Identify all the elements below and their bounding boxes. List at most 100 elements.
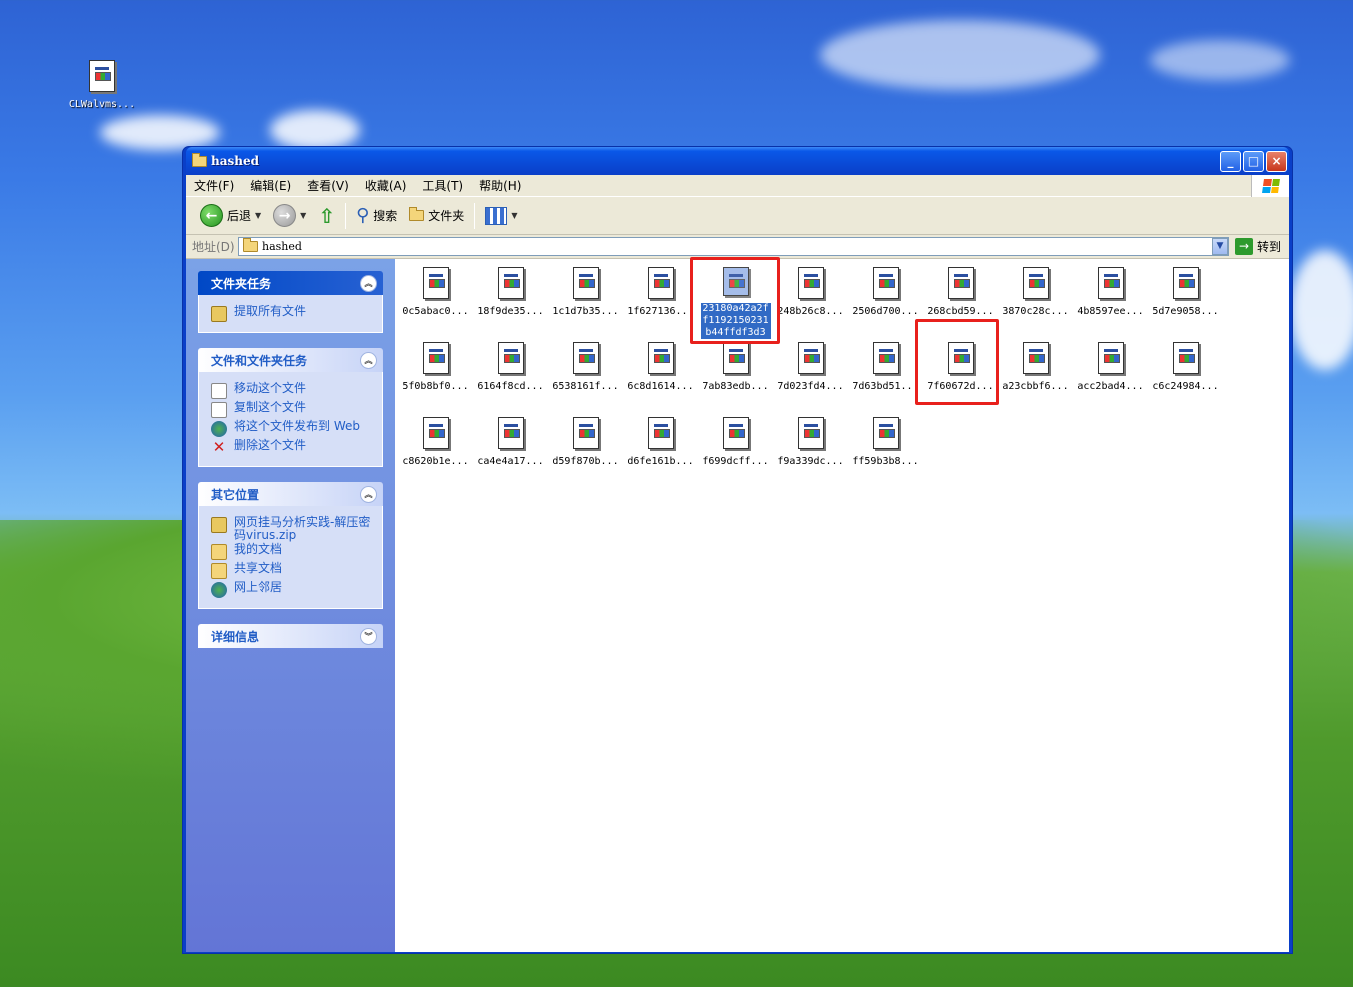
file-icon xyxy=(422,417,449,449)
panel-header[interactable]: 文件和文件夹任务 ︽ xyxy=(198,348,383,372)
red-highlight-box xyxy=(690,257,780,344)
toolbar-separator xyxy=(345,202,347,229)
place-network[interactable]: 网上邻居 xyxy=(211,580,372,599)
forward-button[interactable]: → ▼ xyxy=(267,204,312,227)
file-item[interactable]: f9a339dc... xyxy=(773,414,848,489)
file-item[interactable]: c6c24984... xyxy=(1148,339,1223,414)
minimize-button[interactable]: _ xyxy=(1220,150,1241,172)
collapse-icon[interactable]: ︽ xyxy=(360,351,377,369)
go-arrow-icon: → xyxy=(1234,238,1253,255)
file-item[interactable]: 3870c28c... xyxy=(998,264,1073,339)
up-arrow-icon: ⇧ xyxy=(318,203,336,228)
file-item[interactable]: 6164f8cd... xyxy=(473,339,548,414)
address-bar: 地址(D) hashed ▼ → 转到 xyxy=(186,235,1289,259)
go-label: 转到 xyxy=(1256,240,1281,254)
file-item[interactable]: 5d7e9058... xyxy=(1148,264,1223,339)
file-item[interactable]: d6fe161b... xyxy=(623,414,698,489)
panel-header[interactable]: 文件夹任务 ︽ xyxy=(198,271,383,295)
file-icon xyxy=(422,267,449,299)
file-item[interactable]: 2506d700... xyxy=(848,264,923,339)
file-item[interactable]: 248b26c8... xyxy=(773,264,848,339)
file-name: 5d7e9058... xyxy=(1152,306,1219,317)
file-item[interactable]: 1c1d7b35... xyxy=(548,264,623,339)
place-my-documents[interactable]: 我的文档 xyxy=(211,542,372,561)
file-icon xyxy=(647,267,674,299)
folder-icon xyxy=(243,238,258,252)
file-item[interactable]: 7d023fd4... xyxy=(773,339,848,414)
title-bar[interactable]: hashed _ □ × xyxy=(186,147,1289,175)
file-item[interactable]: d59f870b... xyxy=(548,414,623,489)
file-item[interactable]: 7ab83edb... xyxy=(698,339,773,414)
task-move-file[interactable]: 移动这个文件 xyxy=(211,382,372,399)
file-icon xyxy=(947,267,974,299)
file-icon xyxy=(1097,267,1124,299)
search-button[interactable]: ⚲ 搜索 xyxy=(350,205,403,226)
task-extract-all[interactable]: 提取所有文件 xyxy=(211,305,372,322)
file-item[interactable]: 5f0b8bf0... xyxy=(398,339,473,414)
close-button[interactable]: × xyxy=(1266,150,1287,172)
task-publish-web[interactable]: 将这个文件发布到 Web xyxy=(211,420,372,437)
file-item[interactable]: f699dcff... xyxy=(698,414,773,489)
file-item[interactable]: 18f9de35... xyxy=(473,264,548,339)
collapse-icon[interactable]: ︽ xyxy=(360,485,377,503)
place-shared-documents[interactable]: 共享文档 xyxy=(211,561,372,580)
menu-help[interactable]: 帮助(H) xyxy=(471,177,529,194)
file-item[interactable]: ff59b3b8... xyxy=(848,414,923,489)
address-label: 地址(D) xyxy=(192,240,235,254)
file-item[interactable]: 7d63bd51... xyxy=(848,339,923,414)
task-label: 移动这个文件 xyxy=(234,381,307,395)
copy-icon xyxy=(211,402,227,418)
window-title: hashed xyxy=(211,154,260,168)
file-item[interactable]: acc2bad4... xyxy=(1073,339,1148,414)
views-button[interactable]: ▼ xyxy=(479,206,523,225)
file-item[interactable]: c8620b1e... xyxy=(398,414,473,489)
file-item[interactable]: 6c8d1614... xyxy=(623,339,698,414)
panel-header[interactable]: 详细信息 ︾ xyxy=(198,624,383,649)
folder-icon xyxy=(211,563,227,580)
file-name: ca4e4a17... xyxy=(477,456,544,467)
toolbar-separator xyxy=(474,202,476,229)
collapse-icon[interactable]: ︽ xyxy=(360,274,377,292)
file-name: 268cbd59... xyxy=(927,306,994,317)
file-item[interactable]: a23cbbf6... xyxy=(998,339,1073,414)
file-name: f699dcff... xyxy=(702,456,769,467)
back-label: 后退 xyxy=(227,209,252,223)
file-icon xyxy=(497,342,524,374)
chevron-down-icon[interactable]: ▼ xyxy=(1211,238,1228,255)
maximize-button[interactable]: □ xyxy=(1243,150,1264,172)
menu-edit[interactable]: 编辑(E) xyxy=(242,177,299,194)
menu-file[interactable]: 文件(F) xyxy=(186,177,242,194)
menu-favorites[interactable]: 收藏(A) xyxy=(357,177,415,194)
up-folder-button[interactable]: ⇧ xyxy=(312,204,341,228)
file-icon xyxy=(572,267,599,299)
file-item[interactable]: ca4e4a17... xyxy=(473,414,548,489)
file-item[interactable]: 4b8597ee... xyxy=(1073,264,1148,339)
go-button[interactable]: → 转到 xyxy=(1229,238,1289,255)
place-label: 我的文档 xyxy=(234,542,283,557)
task-delete-file[interactable]: ✕ 删除这个文件 xyxy=(211,439,372,456)
expand-icon[interactable]: ︾ xyxy=(360,627,377,645)
place-zip[interactable]: 网页挂马分析实践-解压密码virus.zip xyxy=(211,516,372,541)
folders-button[interactable]: 文件夹 xyxy=(403,207,470,224)
place-label: 共享文档 xyxy=(234,561,283,576)
file-item[interactable]: 0c5abac0... xyxy=(398,264,473,339)
desktop-file-icon[interactable]: CLWalvms... xyxy=(62,60,142,110)
file-icon xyxy=(872,342,899,374)
file-item[interactable]: 6538161f... xyxy=(548,339,623,414)
file-name: d6fe161b... xyxy=(627,456,694,467)
address-input[interactable]: hashed ▼ xyxy=(238,237,1229,256)
place-label: 网上邻居 xyxy=(234,580,283,595)
panel-header[interactable]: 其它位置 ︽ xyxy=(198,482,383,506)
file-item[interactable]: 1f627136... xyxy=(623,264,698,339)
menu-tools[interactable]: 工具(T) xyxy=(414,177,471,194)
file-name: 7d63bd51... xyxy=(852,381,919,392)
file-icon xyxy=(1022,342,1049,374)
task-label: 复制这个文件 xyxy=(234,400,307,414)
file-icon xyxy=(497,417,524,449)
file-icon xyxy=(872,417,899,449)
menu-bar: 文件(F) 编辑(E) 查看(V) 收藏(A) 工具(T) 帮助(H) xyxy=(186,175,1289,197)
back-button[interactable]: ← 后退 ▼ xyxy=(194,204,267,227)
folders-label: 文件夹 xyxy=(428,209,465,223)
task-copy-file[interactable]: 复制这个文件 xyxy=(211,401,372,418)
menu-view[interactable]: 查看(V) xyxy=(299,177,357,194)
